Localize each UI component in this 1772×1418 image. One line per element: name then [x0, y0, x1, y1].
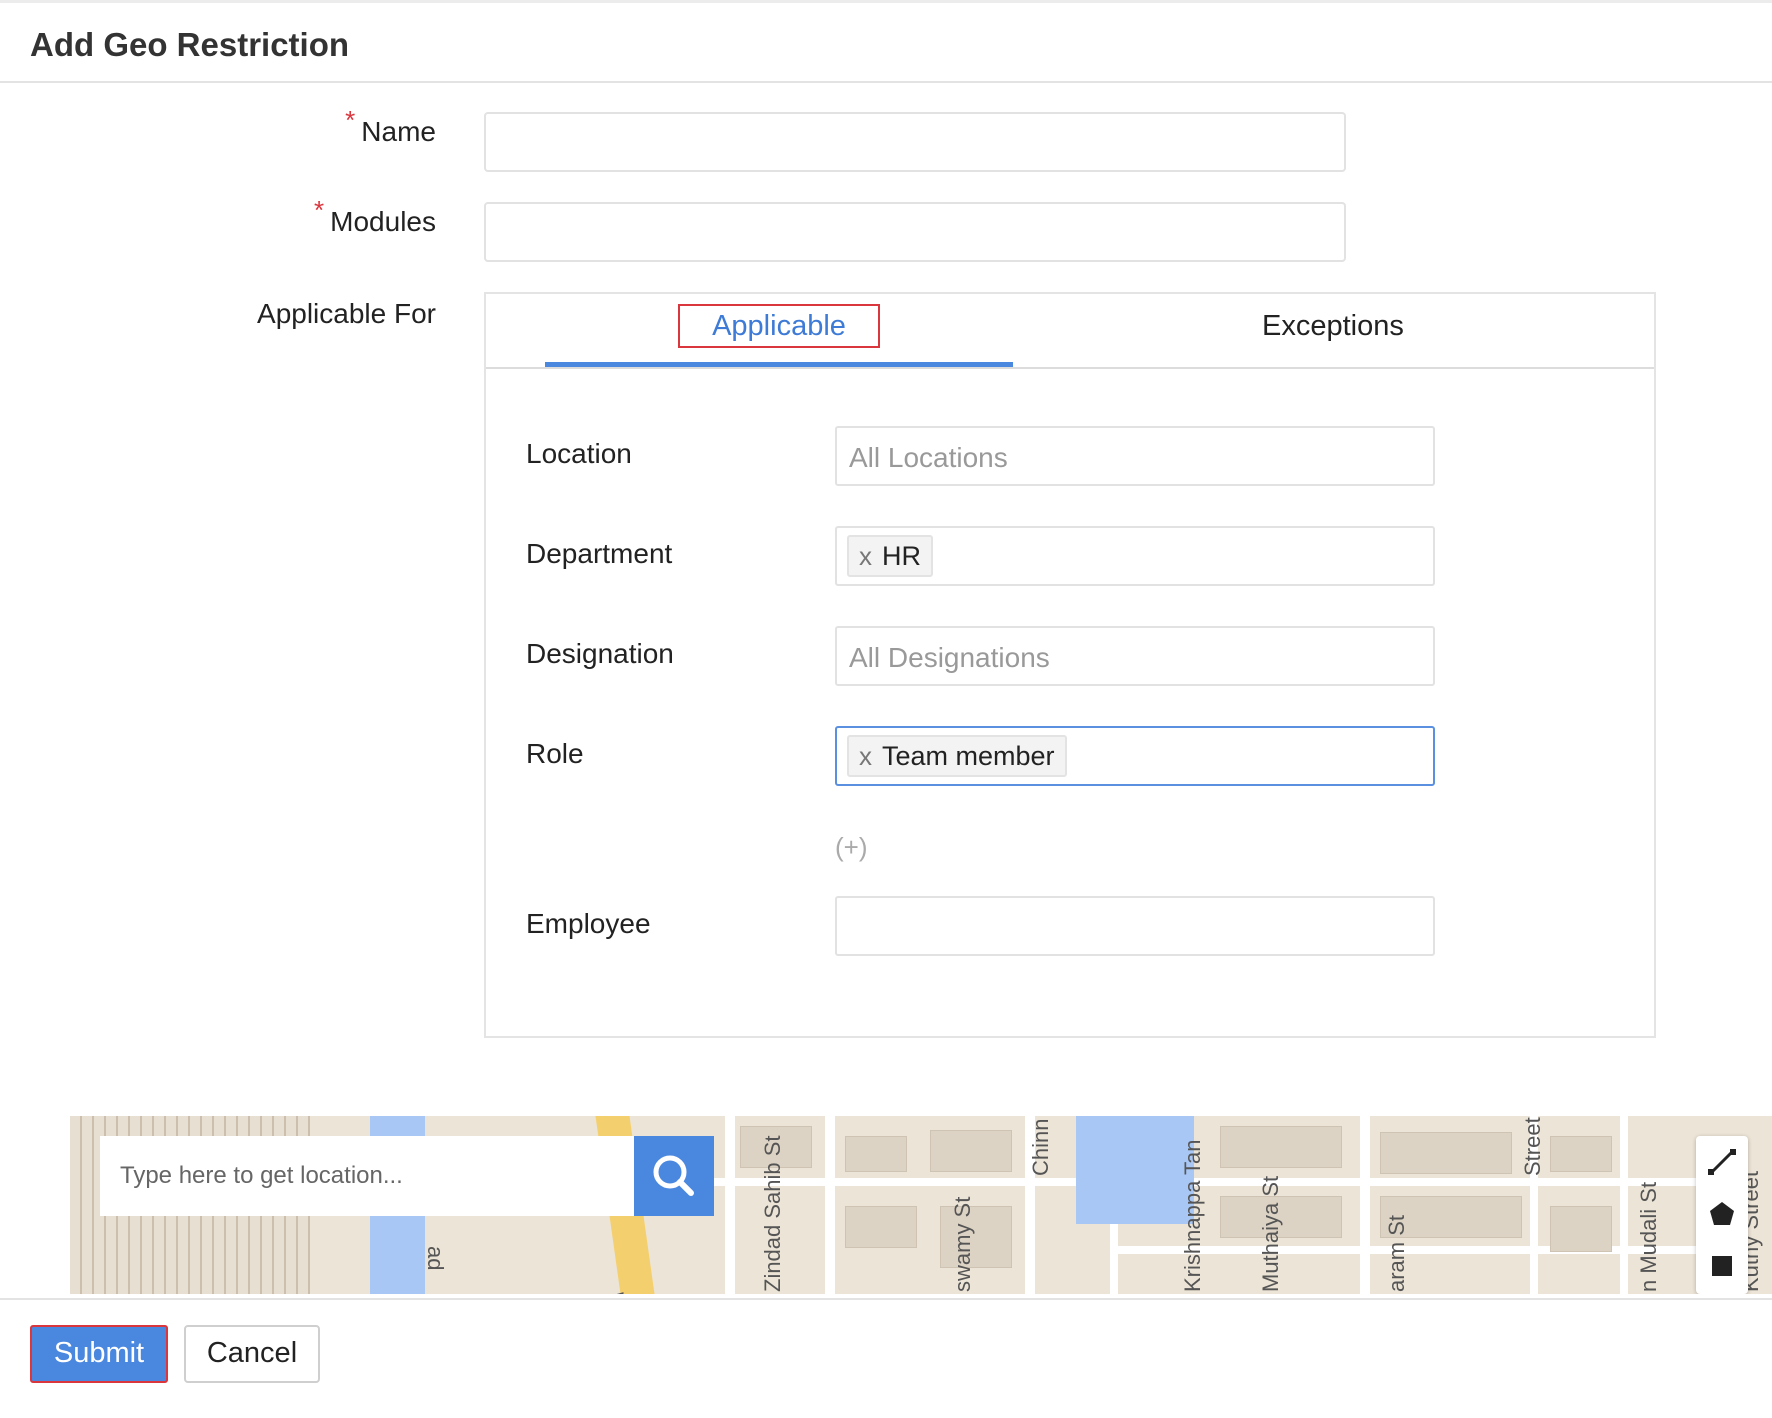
map-search-input[interactable] [100, 1136, 640, 1216]
department-field[interactable]: x HR [835, 526, 1435, 586]
location-field[interactable]: All Locations [835, 426, 1435, 486]
applicable-for-label: Applicable For [257, 298, 436, 329]
map-street-label: Zindad Sahib St [760, 1135, 785, 1292]
designation-label: Designation [526, 638, 674, 669]
map-building [1550, 1206, 1612, 1252]
role-field[interactable]: x Team member [835, 726, 1435, 786]
dialog-header: Add Geo Restriction [0, 4, 1772, 83]
map-street-label: Krishnappa Tan [1180, 1139, 1205, 1293]
tab-applicable[interactable]: Applicable [678, 304, 880, 348]
map-street-label: n Mudali St [1636, 1181, 1661, 1292]
chip-remove-icon[interactable]: x [859, 741, 872, 771]
employee-label: Employee [526, 908, 651, 939]
cancel-button[interactable]: Cancel [184, 1325, 320, 1383]
map-drawing-tools [1696, 1136, 1748, 1294]
map-road [725, 1116, 735, 1294]
map-road [1118, 1246, 1718, 1254]
top-border [0, 0, 1772, 3]
map-road [1360, 1116, 1370, 1294]
polygon-tool-icon [1710, 1202, 1734, 1225]
chip-label: HR [882, 541, 921, 571]
map-road [710, 1178, 1710, 1186]
map-water [1076, 1116, 1194, 1224]
map-building [1220, 1126, 1342, 1168]
dialog-footer: Submit Cancel [0, 1298, 1772, 1418]
map-building [1550, 1136, 1612, 1172]
role-chip: x Team member [847, 735, 1067, 777]
map-road [825, 1116, 835, 1294]
map-street-label: ad [423, 1246, 448, 1271]
page-title: Add Geo Restriction [30, 26, 350, 63]
name-input[interactable] [484, 112, 1346, 172]
applicable-for-panel: Applicable Exceptions Location All Locat… [484, 292, 1656, 1038]
modules-input[interactable] [484, 202, 1346, 262]
map-view[interactable]: Zindad Sahib St Chinn swamy St Krishnapp… [70, 1116, 1772, 1294]
map-search-box [100, 1136, 640, 1216]
map-street-label: Chinn [1028, 1118, 1053, 1176]
line-tool-icon [1708, 1149, 1736, 1175]
map-street-label: aram St [1384, 1214, 1409, 1292]
polygon-tool-button[interactable] [1696, 1188, 1748, 1240]
search-icon [653, 1155, 694, 1196]
employee-field[interactable] [835, 896, 1435, 956]
department-label: Department [526, 538, 673, 569]
location-label: Location [526, 438, 632, 469]
map-road [1620, 1116, 1628, 1294]
modules-label: * Modules [314, 195, 436, 237]
rectangle-tool-button[interactable] [1696, 1240, 1748, 1292]
submit-button[interactable]: Submit [30, 1325, 168, 1383]
map-search-button[interactable] [634, 1136, 714, 1216]
chip-remove-icon[interactable]: x [859, 541, 872, 571]
active-tab-indicator [545, 362, 1013, 367]
map-street-label: Muthaiya St [1258, 1175, 1283, 1292]
map-street-label: Street [1520, 1117, 1545, 1176]
tab-bar: Applicable Exceptions [486, 294, 1654, 369]
map-building [845, 1206, 917, 1248]
map-street-label: swamy St [950, 1196, 975, 1292]
map-building [930, 1130, 1012, 1172]
map-street-label: Wa [602, 1292, 628, 1294]
department-chip: x HR [847, 535, 933, 577]
add-criteria-button[interactable]: (+) [835, 832, 868, 863]
name-label: * Name [345, 105, 436, 147]
map-building [1380, 1132, 1512, 1174]
line-tool-button[interactable] [1696, 1136, 1748, 1188]
role-label: Role [526, 738, 584, 769]
location-placeholder: All Locations [849, 442, 1008, 473]
rectangle-tool-icon [1712, 1256, 1732, 1276]
designation-placeholder: All Designations [849, 642, 1050, 673]
map-building [845, 1136, 907, 1172]
designation-field[interactable]: All Designations [835, 626, 1435, 686]
required-marker: * [314, 195, 325, 225]
chip-label: Team member [882, 741, 1055, 771]
tab-exceptions[interactable]: Exceptions [1262, 310, 1404, 343]
required-marker: * [345, 105, 356, 135]
